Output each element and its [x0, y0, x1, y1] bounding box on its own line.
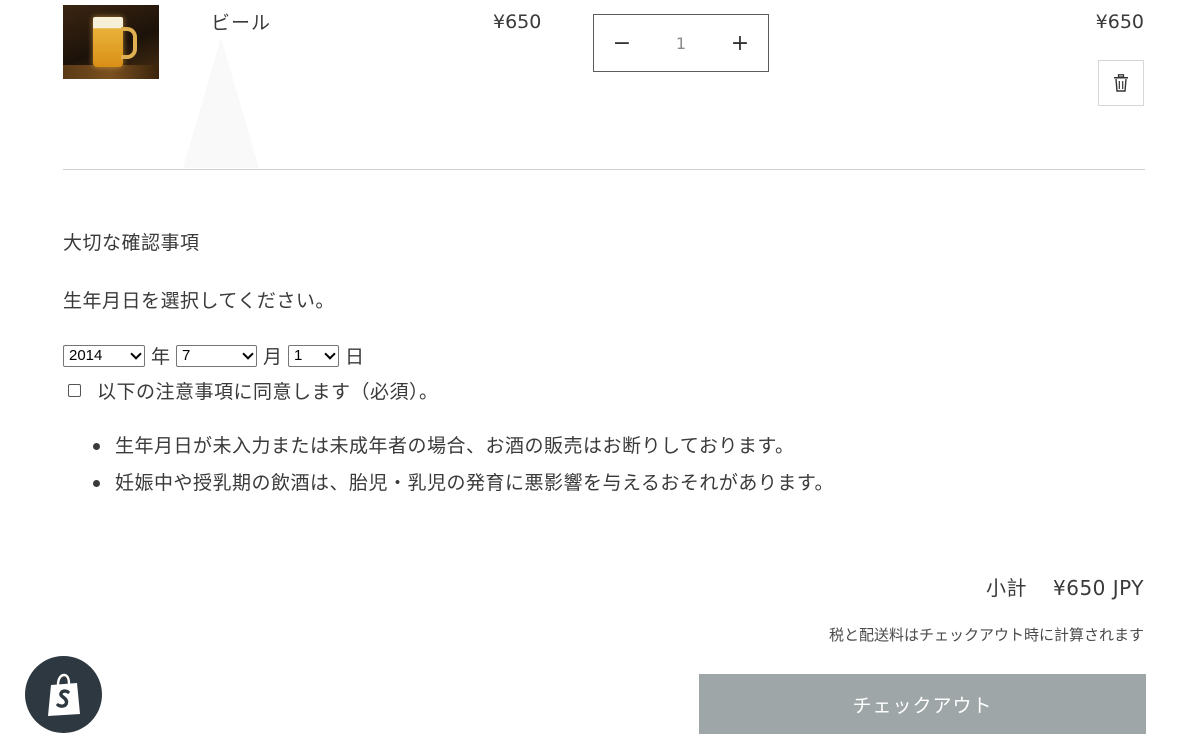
- notice-list: 生年月日が未入力または未成年者の場合、お酒の販売はお断りしております。 妊娠中や…: [93, 434, 834, 508]
- agree-row: 以下の注意事項に同意します（必須）。: [68, 377, 439, 404]
- year-unit-label: 年: [151, 346, 171, 368]
- dob-selector: 2014 年 7 月 1 日: [63, 342, 370, 369]
- shopify-chat-button[interactable]: [25, 656, 102, 733]
- line-total: ¥650: [1095, 11, 1144, 33]
- list-item: 妊娠中や授乳期の飲酒は、胎児・乳児の発育に悪影響を与えるおそれがあります。: [93, 471, 834, 508]
- decrease-quantity-button[interactable]: −: [594, 15, 650, 71]
- month-unit-label: 月: [263, 346, 283, 368]
- birth-year-select[interactable]: 2014: [63, 344, 145, 367]
- notice-title: 大切な確認事項: [63, 232, 200, 254]
- chevron-down-icon: [324, 347, 336, 360]
- bullet-icon: [93, 443, 100, 450]
- chevron-down-icon: [130, 347, 142, 360]
- quantity-stepper: − 1 +: [593, 14, 769, 72]
- notice-text: 妊娠中や授乳期の飲酒は、胎児・乳児の発育に悪影響を与えるおそれがあります。: [115, 472, 835, 494]
- shopify-bag-icon: [47, 673, 80, 716]
- quantity-input[interactable]: 1: [661, 34, 701, 53]
- day-unit-label: 日: [345, 346, 365, 368]
- beer-mug-icon: [93, 17, 123, 67]
- chevron-down-icon: [242, 347, 254, 360]
- subtotal: 小計 ¥650 JPY: [986, 572, 1144, 601]
- decorative-shape: [183, 38, 259, 168]
- subtotal-label: 小計: [986, 576, 1027, 600]
- unit-price: ¥650: [493, 11, 542, 33]
- list-item: 生年月日が未入力または未成年者の場合、お酒の販売はお断りしております。: [93, 434, 834, 471]
- product-image[interactable]: [63, 5, 159, 79]
- tax-note: 税と配送料はチェックアウト時に計算されます: [828, 626, 1144, 644]
- cart-page: ビール ¥650 − 1 + ¥650 大切な確認事項 生年月日を選択してくださ…: [0, 0, 1200, 746]
- remove-item-button[interactable]: [1098, 60, 1144, 106]
- birth-month-value: 7: [182, 347, 191, 364]
- agree-checkbox[interactable]: [68, 384, 81, 397]
- product-name[interactable]: ビール: [211, 8, 271, 35]
- birth-month-select[interactable]: 7: [176, 344, 258, 367]
- mug-handle: [121, 27, 137, 59]
- increase-quantity-button[interactable]: +: [712, 15, 768, 71]
- trash-icon: [1114, 74, 1128, 92]
- birth-year-value: 2014: [69, 347, 103, 364]
- dob-prompt: 生年月日を選択してください。: [63, 290, 335, 312]
- agree-label[interactable]: 以下の注意事項に同意します（必須）。: [97, 377, 439, 404]
- checkout-button[interactable]: チェックアウト: [699, 674, 1146, 734]
- table-surface: [63, 65, 159, 79]
- divider: [63, 169, 1145, 170]
- birth-day-select[interactable]: 1: [288, 344, 340, 367]
- bullet-icon: [93, 480, 100, 487]
- notice-text: 生年月日が未入力または未成年者の場合、お酒の販売はお断りしております。: [115, 435, 795, 457]
- subtotal-value: ¥650 JPY: [1053, 576, 1144, 600]
- birth-day-value: 1: [294, 347, 303, 364]
